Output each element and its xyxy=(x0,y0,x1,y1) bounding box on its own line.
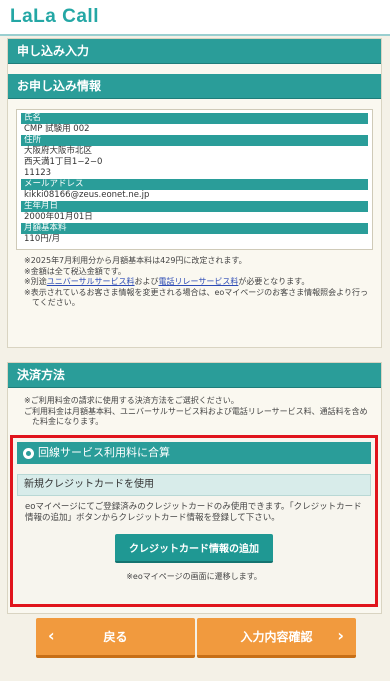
add-credit-card-button[interactable]: クレジットカード情報の追加 xyxy=(115,534,273,563)
back-label: 戻る xyxy=(103,630,128,644)
option-new-credit-card[interactable]: 新規クレジットカードを使用 xyxy=(17,474,371,496)
email-value: kikki08166@zeus.eonet.ne.jp xyxy=(24,190,150,200)
note-change-info: ※表示されているお客さま情報を変更される場合は、eoマイページのお客さま情報照会… xyxy=(24,287,368,308)
name-value: CMP 試験用 002 xyxy=(24,124,90,134)
payment-note-select: ※ご利用料金の請求に使用する決済方法をご選択ください。 xyxy=(24,396,239,405)
payment-note-fees: ご利用料金は月額基本料、ユニバーサルサービス料および電話リレーサービス料、通話料… xyxy=(24,406,368,427)
monthly-fee-value: 110円/月 xyxy=(24,234,61,244)
card-instructions: eoマイページにてご登録済みのクレジットカードのみ使用できます。「クレジットカー… xyxy=(25,502,362,523)
payment-title: 決済方法 xyxy=(8,363,381,388)
email-label: メールアドレス xyxy=(21,179,368,190)
note-extra-mid: および xyxy=(134,277,159,286)
note-extra-pre: ※別途 xyxy=(24,277,47,286)
address-value: 大阪府大阪市北区 西天満1丁目1−2−0 11123 xyxy=(24,146,103,178)
name-label: 氏名 xyxy=(21,113,368,124)
info-title: お申し込み情報 xyxy=(8,74,381,99)
chevron-left-icon: ‹ xyxy=(48,626,55,645)
payment-options-highlight: 回線サービス利用料に合算 新規クレジットカードを使用 eoマイページにてご登録済… xyxy=(10,435,378,607)
back-button[interactable]: ‹ 戻る xyxy=(36,618,195,658)
applicant-info-box: 氏名 CMP 試験用 002 住所 大阪府大阪市北区 西天満1丁目1−2−0 1… xyxy=(16,109,373,250)
payment-notes: ※ご利用料金の請求に使用する決済方法をご選択ください。 ご利用料金は月額基本料、… xyxy=(24,396,369,428)
birthdate-value: 2000年01月01日 xyxy=(24,212,93,222)
app-header: LaLa Call xyxy=(0,0,390,36)
option-line-billing[interactable]: 回線サービス利用料に合算 xyxy=(17,442,371,464)
universal-service-link[interactable]: ユニバーサルサービス料 xyxy=(47,277,135,286)
note-tax: ※金額は全て税込金額です。 xyxy=(24,266,126,276)
section-title: 申し込み入力 xyxy=(8,39,381,64)
lalacall-logo: LaLa Call xyxy=(10,6,99,27)
option-line-label: 回線サービス利用料に合算 xyxy=(38,446,170,459)
monthly-fee-label: 月額基本料 xyxy=(21,223,368,234)
birthdate-label: 生年月日 xyxy=(21,201,368,212)
note-extra-post: が必要となります。 xyxy=(238,277,310,286)
confirm-label: 入力内容確認 xyxy=(240,630,313,644)
radio-selected-icon xyxy=(23,447,34,459)
chevron-right-icon: › xyxy=(337,626,344,645)
navigation-buttons: ‹ 戻る 入力内容確認 › xyxy=(36,618,356,658)
note-price-change: ※2025年7月利用分から月額基本料は429円に改定されます。 xyxy=(24,256,247,265)
note-extra-fees: ※別途ユニバーサルサービス料および電話リレーサービス料が必要となります。 xyxy=(24,277,369,288)
address-label: 住所 xyxy=(21,135,368,146)
application-panel: 申し込み入力 お申し込み情報 氏名 CMP 試験用 002 住所 大阪府大阪市北… xyxy=(7,38,382,348)
confirm-button[interactable]: 入力内容確認 › xyxy=(197,618,356,658)
relay-service-link[interactable]: 電話リレーサービス料 xyxy=(159,277,239,286)
fee-notes: ※2025年7月利用分から月額基本料は429円に改定されます。 ※金額は全て税込… xyxy=(24,256,369,309)
card-redirect-note: ※eoマイページの画面に遷移します。 xyxy=(126,572,262,581)
